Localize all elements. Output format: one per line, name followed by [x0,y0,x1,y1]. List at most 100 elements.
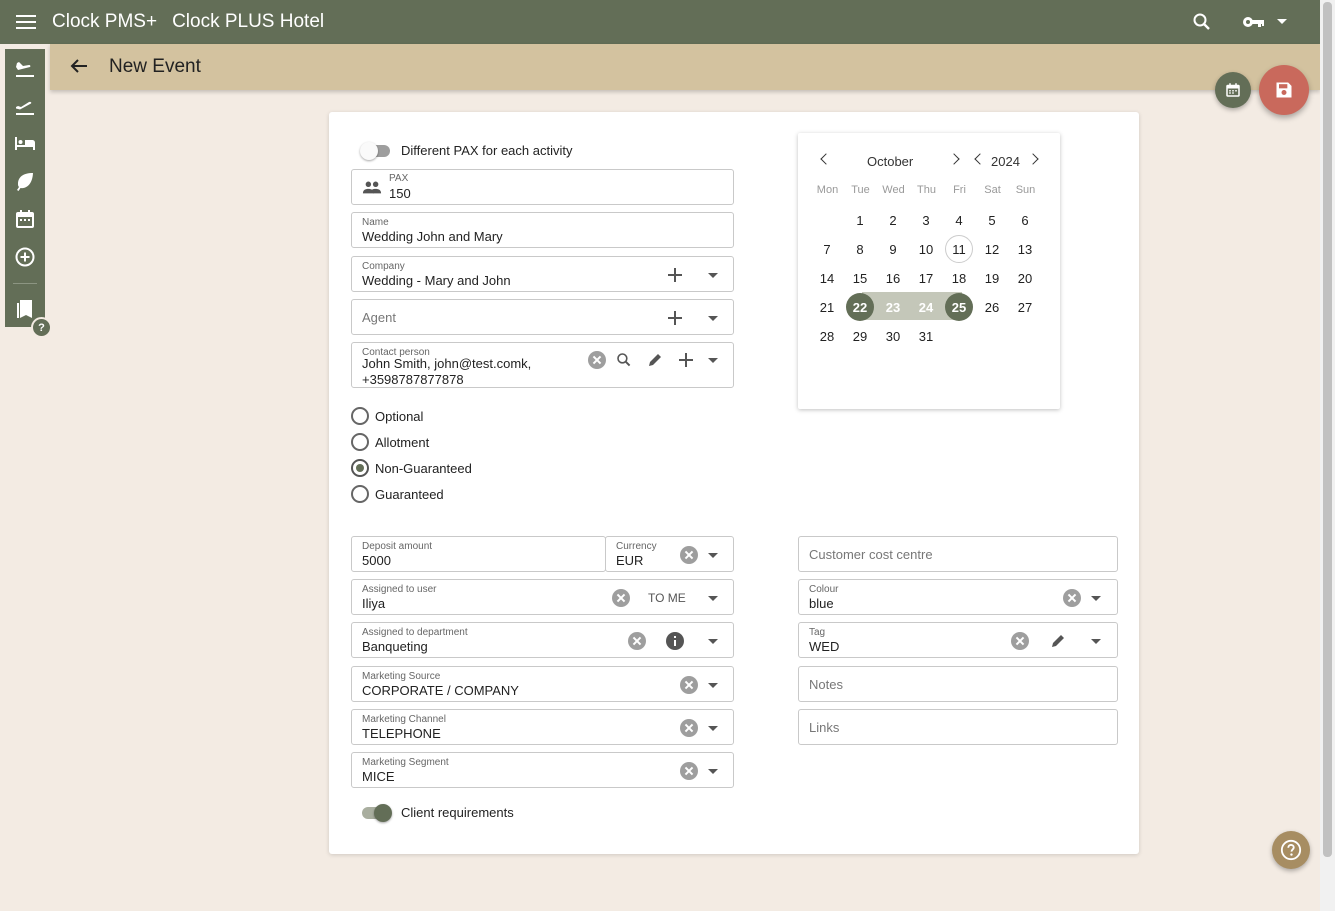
links-field[interactable]: Links [798,709,1118,745]
department-info-button[interactable] [665,631,685,651]
agent-field[interactable]: Agent [351,299,734,335]
calendar-day-5[interactable]: 5 [978,206,1006,234]
calendar-month[interactable]: October [867,154,913,169]
colour-value[interactable]: blue [809,596,834,611]
assigned-user-field[interactable]: Assigned to user Iliya TO ME [351,579,734,615]
calendar-day-14[interactable]: 14 [813,264,841,292]
clear-marketing-segment-button[interactable] [679,761,699,781]
calendar-fab-button[interactable] [1215,72,1251,108]
notes-field[interactable]: Notes [798,666,1118,702]
calendar-day-22[interactable]: 22 [846,293,874,321]
marketing-segment-dropdown-button[interactable] [703,761,723,781]
assigned-department-value[interactable]: Banqueting [362,639,428,654]
calendar-day-13[interactable]: 13 [1011,235,1039,263]
calendar-day-21[interactable]: 21 [813,293,841,321]
customer-cost-centre-field[interactable]: Customer cost centre [798,536,1118,572]
radio-allotment[interactable] [351,433,369,451]
calendar-day-17[interactable]: 17 [912,264,940,292]
company-dropdown-button[interactable] [703,265,723,285]
tag-field[interactable]: Tag WED [798,622,1118,658]
tag-value[interactable]: WED [809,639,839,654]
colour-field[interactable]: Colour blue [798,579,1118,615]
to-me-button[interactable]: TO ME [648,591,686,605]
calendar-day-26[interactable]: 26 [978,293,1006,321]
marketing-source-dropdown-button[interactable] [703,675,723,695]
hotel-name[interactable]: Clock PLUS Hotel [172,11,324,33]
prev-month-button[interactable] [820,153,832,165]
clear-colour-button[interactable] [1062,588,1082,608]
contact-person-field[interactable]: Contact person John Smith, john@test.com… [351,342,734,388]
calendar-day-31[interactable]: 31 [912,322,940,350]
calendar-year[interactable]: 2024 [991,154,1020,169]
next-year-button[interactable] [1027,153,1039,165]
edit-contact-button[interactable] [645,350,665,370]
help-fab-button[interactable] [1272,831,1310,869]
calendar-day-27[interactable]: 27 [1011,293,1039,321]
sidebar-item-in-house[interactable] [13,131,37,155]
currency-dropdown-button[interactable] [703,545,723,565]
calendar-day-23[interactable]: 23 [879,293,907,321]
calendar-day-28[interactable]: 28 [813,322,841,350]
marketing-channel-dropdown-button[interactable] [703,718,723,738]
assigned-department-field[interactable]: Assigned to department Banqueting [351,622,734,658]
marketing-segment-value[interactable]: MICE [362,769,395,784]
calendar-day-11[interactable]: 11 [945,235,973,263]
radio-non-guaranteed[interactable] [351,459,369,477]
colour-dropdown-button[interactable] [1086,588,1106,608]
clear-marketing-channel-button[interactable] [679,718,699,738]
marketing-source-value[interactable]: CORPORATE / COMPANY [362,683,519,698]
add-agent-button[interactable] [665,308,685,328]
calendar-day-3[interactable]: 3 [912,206,940,234]
sidebar-item-calendar[interactable] [13,207,37,231]
marketing-channel-value[interactable]: TELEPHONE [362,726,441,741]
assigned-user-dropdown-button[interactable] [703,588,723,608]
menu-button[interactable] [0,0,52,44]
clear-currency-button[interactable] [679,545,699,565]
sidebar-item-arrivals[interactable] [13,55,37,79]
calendar-day-15[interactable]: 15 [846,264,874,292]
calendar-day-25[interactable]: 25 [945,293,973,321]
radio-guaranteed[interactable] [351,485,369,503]
pax-value[interactable]: 150 [389,186,411,201]
deposit-amount-value[interactable]: 5000 [362,553,391,568]
marketing-source-field[interactable]: Marketing Source CORPORATE / COMPANY [351,666,734,702]
calendar-day-4[interactable]: 4 [945,206,973,234]
calendar-day-6[interactable]: 6 [1011,206,1039,234]
currency-value[interactable]: EUR [616,553,643,568]
calendar-day-12[interactable]: 12 [978,235,1006,263]
scrollbar-thumb[interactable] [1323,2,1332,857]
calendar-day-19[interactable]: 19 [978,264,1006,292]
calendar-day-18[interactable]: 18 [945,264,973,292]
back-button[interactable] [70,58,88,79]
user-menu-button[interactable] [1242,14,1266,35]
clear-tag-button[interactable] [1010,631,1030,651]
calendar-day-20[interactable]: 20 [1011,264,1039,292]
radio-optional[interactable] [351,407,369,425]
calendar-day-2[interactable]: 2 [879,206,907,234]
assigned-user-value[interactable]: Iliya [362,596,385,611]
calendar-day-10[interactable]: 10 [912,235,940,263]
different-pax-toggle[interactable] [360,140,392,160]
contact-person-line2[interactable]: +3598787877878 [362,372,464,387]
tag-dropdown-button[interactable] [1086,631,1106,651]
marketing-channel-field[interactable]: Marketing Channel TELEPHONE [351,709,734,745]
calendar-day-1[interactable]: 1 [846,206,874,234]
calendar-day-16[interactable]: 16 [879,264,907,292]
edit-tag-button[interactable] [1048,631,1068,651]
client-requirements-toggle[interactable] [360,802,392,822]
name-value[interactable]: Wedding John and Mary [362,229,503,244]
add-contact-button[interactable] [676,350,696,370]
company-value[interactable]: Wedding - Mary and John [362,273,511,288]
search-button[interactable] [1192,12,1212,37]
app-name[interactable]: Clock PMS+ [52,11,157,33]
company-field[interactable]: Company Wedding - Mary and John [351,256,734,292]
calendar-day-9[interactable]: 9 [879,235,907,263]
chevron-down-icon[interactable] [1277,19,1287,24]
pax-field[interactable]: PAX 150 [351,169,734,205]
add-company-button[interactable] [665,265,685,285]
sidebar-item-add[interactable] [13,245,37,269]
currency-field[interactable]: Currency EUR [605,536,734,572]
contact-dropdown-button[interactable] [703,350,723,370]
sidebar-item-departures[interactable] [13,93,37,117]
clear-contact-button[interactable] [587,350,607,370]
